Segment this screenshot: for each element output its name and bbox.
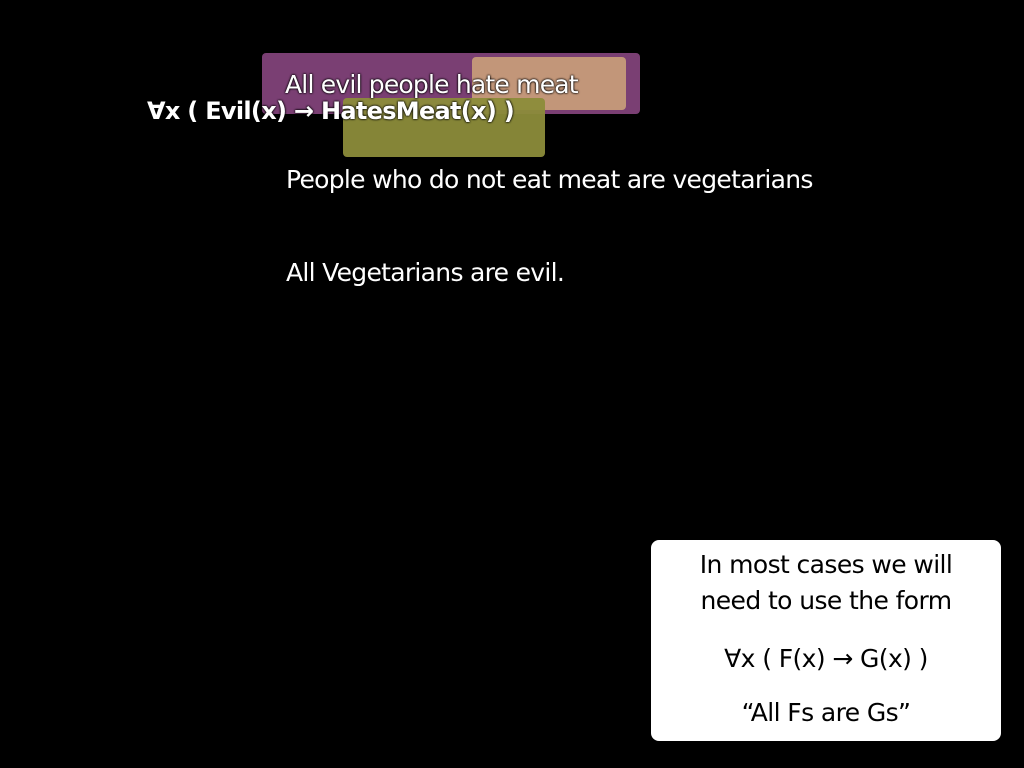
sentence-caption: All evil people hate meat — [285, 70, 579, 99]
info-box: In most cases we will need to use the fo… — [651, 540, 1001, 741]
info-line-1: In most cases we will — [699, 550, 953, 579]
sentence-vegetarians-evil: All Vegetarians are evil. — [286, 258, 565, 287]
sentence-vegetarians: People who do not eat meat are vegetaria… — [286, 165, 813, 194]
formula-evil-hates-meat: ∀x ( Evil(x) → HatesMeat(x) ) — [147, 97, 515, 125]
slide: All evil people hate meat ∀x ( Evil(x) →… — [0, 0, 1024, 768]
info-quote: “All Fs are Gs” — [741, 698, 911, 727]
info-line-2: need to use the form — [700, 586, 953, 615]
info-formula: ∀x ( F(x) → G(x) ) — [724, 644, 928, 673]
